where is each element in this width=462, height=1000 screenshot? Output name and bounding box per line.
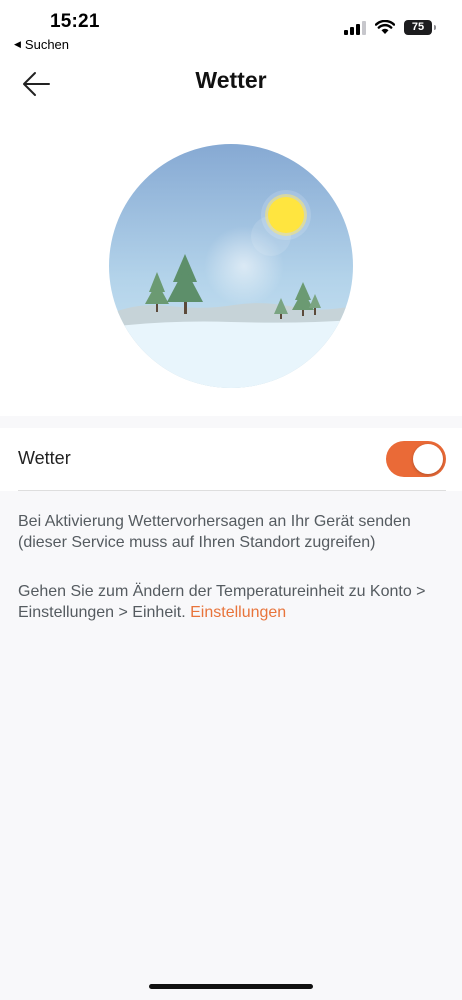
hero-section (0, 112, 462, 416)
back-app-label: Suchen (24, 37, 70, 52)
back-triangle-icon: ◀ (14, 39, 21, 49)
toggle-knob (413, 444, 443, 474)
status-bar: 15:21 ◀ Suchen 75 (0, 0, 462, 56)
battery-icon: 75 (404, 20, 436, 35)
divider (18, 490, 446, 491)
settings-link[interactable]: Einstellungen (190, 604, 286, 621)
back-to-app-link[interactable]: ◀ Suchen (14, 37, 69, 52)
cellular-signal-icon (344, 20, 366, 35)
weather-toggle[interactable] (386, 441, 446, 477)
home-indicator[interactable] (149, 984, 313, 989)
temperature-unit-hint: Gehen Sie zum Ändern der Temperatureinhe… (18, 581, 438, 623)
weather-settings-screen: 15:21 ◀ Suchen 75 Wetter Wetter Bei Akti… (0, 0, 462, 1000)
wifi-icon (375, 20, 395, 34)
winter-weather-illustration (109, 144, 353, 388)
weather-description: Bei Aktivierung Wettervorhersagen an Ihr… (18, 513, 411, 551)
page-title: Wetter (195, 67, 267, 93)
weather-setting-label: Wetter (18, 448, 71, 468)
status-time: 15:21 (50, 11, 100, 32)
navigation-header: Wetter (0, 56, 462, 112)
weather-setting-row: Wetter (0, 428, 462, 491)
status-indicators: 75 (344, 20, 436, 35)
